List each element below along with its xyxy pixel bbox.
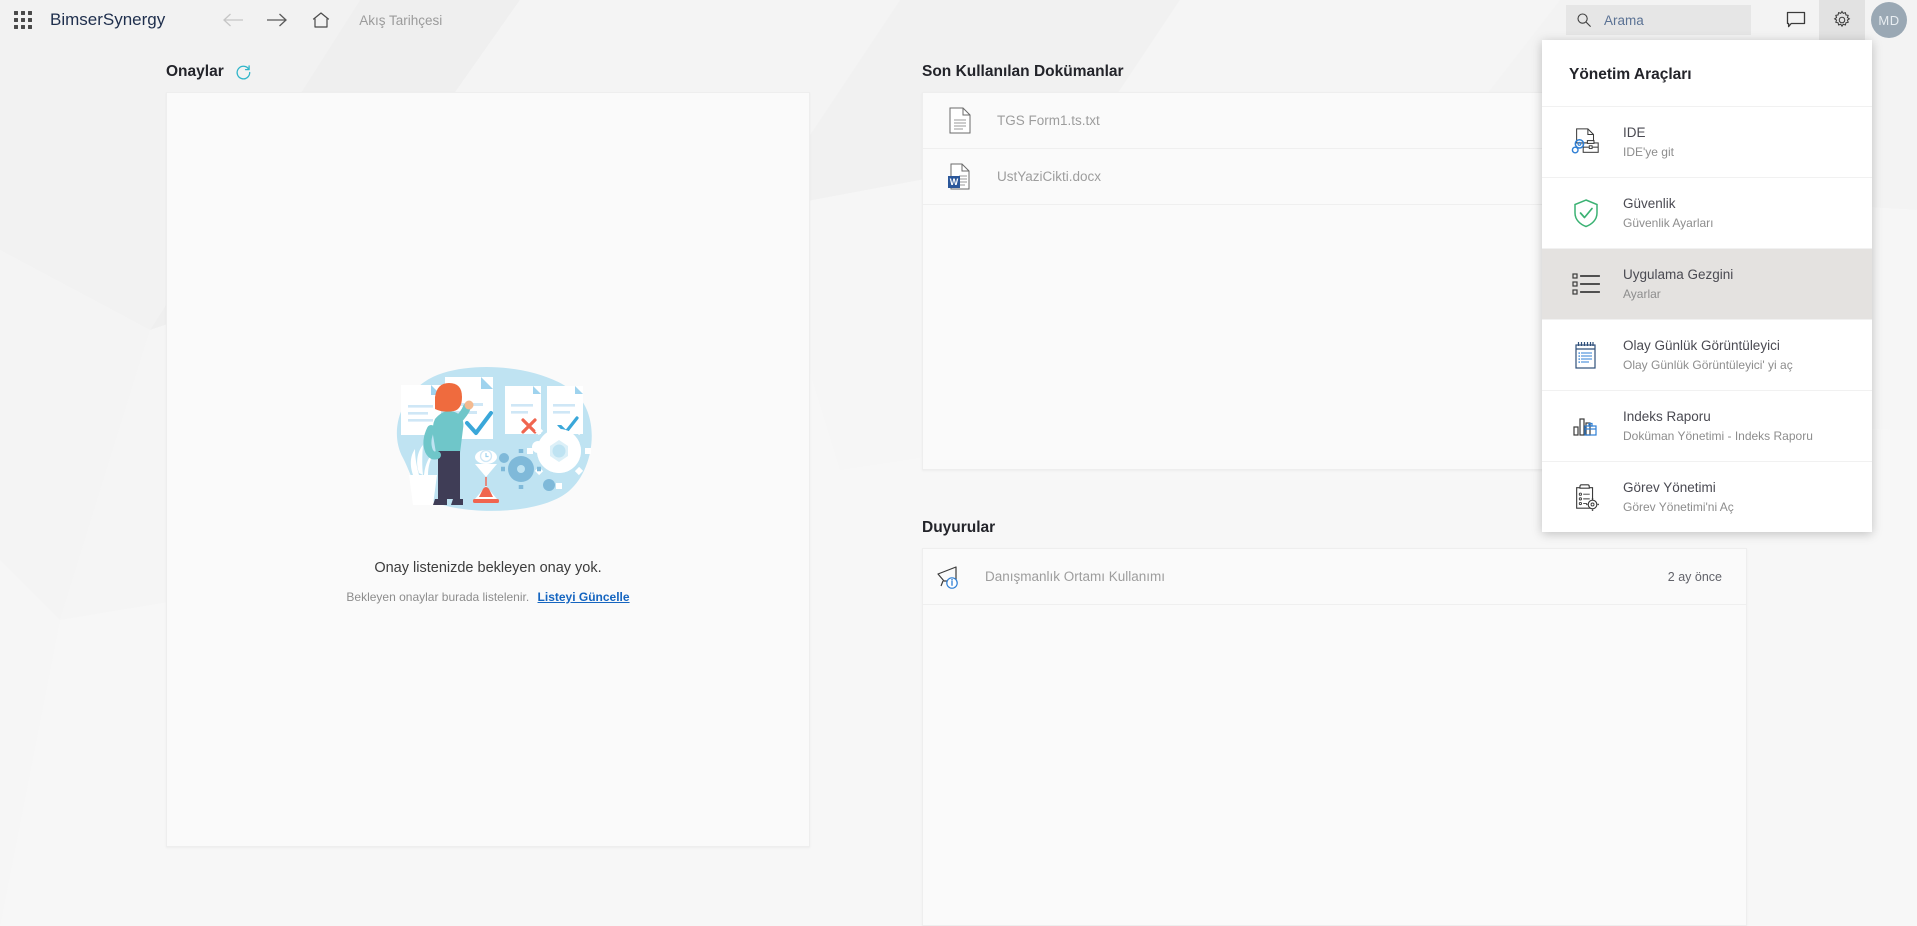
menu-item-text: Güvenlik Güvenlik Ayarları <box>1623 194 1714 232</box>
gear-icon <box>1833 10 1851 28</box>
search-icon <box>1577 13 1591 27</box>
list-item[interactable]: Danışmanlık Ortamı Kullanımı 2 ay önce <box>923 549 1746 605</box>
back-arrow-icon <box>223 13 244 27</box>
menu-item-uygulama-gezgini[interactable]: Uygulama Gezgini Ayarlar <box>1542 248 1872 319</box>
document-name: UstYaziCikti.docx <box>997 169 1102 184</box>
chat-button[interactable] <box>1773 0 1819 40</box>
menu-item-text: Görev Yönetimi Görev Yönetimi'ni Aç <box>1623 478 1734 516</box>
approvals-empty-subtitle-text: Bekleyen onaylar burada listelenir. <box>346 590 530 604</box>
app-launcher-button[interactable] <box>0 0 46 40</box>
menu-item-label: Uygulama Gezgini <box>1623 267 1734 283</box>
notepad-log-icon <box>1569 340 1603 370</box>
svg-text:W: W <box>950 177 959 187</box>
bar-chart-report-icon <box>1569 413 1603 439</box>
refresh-spinner-icon[interactable] <box>235 64 252 81</box>
text-file-icon <box>945 107 975 134</box>
menu-item-text: Indeks Raporu Doküman Yönetimi - Indeks … <box>1623 407 1813 445</box>
menu-item-desc: IDE'ye git <box>1623 144 1674 159</box>
menu-item-guvenlik[interactable]: Güvenlik Güvenlik Ayarları <box>1542 177 1872 248</box>
menu-item-ide[interactable]: IDE IDE'ye git <box>1542 106 1872 177</box>
ide-document-gear-icon <box>1569 127 1603 157</box>
approvals-empty-state: Onay listenizde bekleyen onay yok. Bekle… <box>167 363 809 604</box>
menu-item-gorev-yonetimi[interactable]: Görev Yönetimi Görev Yönetimi'ni Aç <box>1542 461 1872 532</box>
menu-item-indeks-raporu[interactable]: Indeks Raporu Doküman Yönetimi - Indeks … <box>1542 390 1872 461</box>
approvals-column: Onaylar Onay listenizde bekleyen onay yo… <box>0 40 810 926</box>
approvals-card: Onay listenizde bekleyen onay yok. Bekle… <box>166 92 810 847</box>
menu-item-olay-gunluk[interactable]: Olay Günlük Görüntüleyici Olay Günlük Gö… <box>1542 319 1872 390</box>
menu-item-label: Görev Yönetimi <box>1623 480 1716 496</box>
menu-item-desc: Güvenlik Ayarları <box>1623 215 1714 230</box>
menu-item-desc: Olay Günlük Görüntüleyici' yi aç <box>1623 357 1793 372</box>
refresh-list-link[interactable]: Listeyi Güncelle <box>538 590 630 604</box>
home-icon <box>313 12 330 28</box>
menu-item-label: Indeks Raporu <box>1623 409 1711 425</box>
menu-item-text: Uygulama Gezgini Ayarlar <box>1623 265 1733 303</box>
menu-item-desc: Doküman Yönetimi - Indeks Raporu <box>1623 428 1813 443</box>
search-box[interactable] <box>1566 5 1751 35</box>
list-explorer-icon <box>1569 271 1603 297</box>
settings-button[interactable] <box>1819 0 1865 40</box>
top-bar-actions: MD <box>1566 0 1917 40</box>
menu-item-label: Güvenlik <box>1623 196 1676 212</box>
empty-state-illustration <box>396 367 592 511</box>
menu-item-desc: Ayarlar <box>1623 286 1661 301</box>
top-navigation-bar: BimserSynergy Akış Tarihçesi Arama MD <box>0 0 1917 40</box>
shield-check-icon <box>1569 198 1603 228</box>
app-root: BimserSynergy Akış Tarihçesi Arama MD On… <box>0 0 1917 926</box>
approvals-header: Onaylar <box>166 52 810 92</box>
megaphone-info-icon <box>933 564 969 590</box>
menu-item-label: Olay Günlük Görüntüleyici <box>1623 338 1780 354</box>
menu-item-label: IDE <box>1623 125 1646 141</box>
approvals-empty-title: Onay listenizde bekleyen onay yok. <box>374 560 602 576</box>
app-launcher-icon <box>14 11 32 29</box>
brand-title: BimserSynergy <box>50 10 166 29</box>
announcements-card: Danışmanlık Ortamı Kullanımı 2 ay önce <box>922 548 1747 926</box>
menu-item-text: Olay Günlük Görüntüleyici Olay Günlük Gö… <box>1623 336 1793 374</box>
document-name: TGS Form1.ts.txt <box>997 113 1100 128</box>
forward-arrow-icon <box>267 13 288 27</box>
admin-tools-title: Yönetim Araçları <box>1569 66 1692 83</box>
announcement-time: 2 ay önce <box>1667 569 1722 584</box>
approvals-empty-subtitle: Bekleyen onaylar burada listelenir. List… <box>346 590 629 604</box>
home-button[interactable] <box>299 0 343 40</box>
clipboard-gear-icon <box>1569 482 1603 512</box>
avatar[interactable]: MD <box>1871 2 1907 38</box>
page-title: Onaylar <box>166 63 224 80</box>
admin-tools-dropdown: Yönetim Araçları IDE IDE'ye git Güvenlik… <box>1542 40 1872 532</box>
menu-item-desc: Görev Yönetimi'ni Aç <box>1623 499 1734 514</box>
menu-item-text: IDE IDE'ye git <box>1623 123 1674 161</box>
forward-button[interactable] <box>255 0 299 40</box>
flow-history-label[interactable]: Akış Tarihçesi <box>359 13 442 28</box>
search-input[interactable] <box>1604 12 1741 28</box>
word-file-icon: W <box>945 163 975 190</box>
chat-icon <box>1786 11 1806 28</box>
back-button[interactable] <box>211 0 255 40</box>
announcement-title: Danışmanlık Ortamı Kullanımı <box>985 569 1166 584</box>
